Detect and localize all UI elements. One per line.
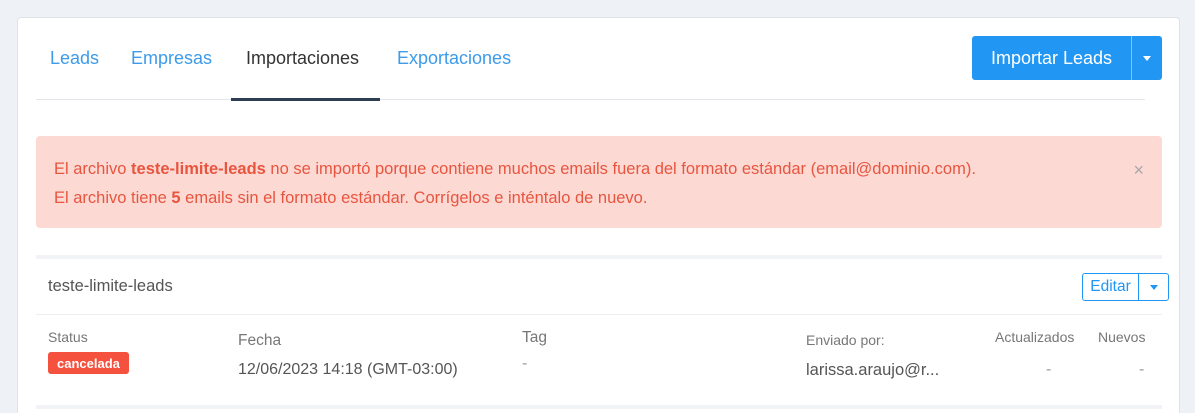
import-leads-dropdown-toggle[interactable] [1132,36,1162,80]
alert-line-1: El archivo teste-limite-leads no se impo… [54,155,1144,184]
chevron-down-icon [1143,55,1151,61]
alert-line-2: El archivo tiene 5 emails sin el formato… [54,184,1144,213]
status-label: Status [48,329,88,345]
tab-importaciones[interactable]: Importaciones [246,48,359,69]
alert-text: El archivo [54,160,132,178]
import-item: teste-limite-leads Editar Status cancela… [36,255,1169,409]
nuevos-label: Nuevos [1098,329,1146,345]
actualizados-label: Actualizados [995,329,1075,345]
edit-dropdown-toggle[interactable] [1139,274,1168,300]
fecha-value: 12/06/2023 14:18 (GMT-03:00) [238,361,458,378]
divider [36,405,1162,409]
error-alert: El archivo teste-limite-leads no se impo… [36,136,1162,228]
imports-card: Leads Empresas Importaciones Exportacion… [17,17,1180,413]
actualizados-value: - [1046,361,1052,378]
enviado-label: Enviado por: [806,332,885,348]
status-badge: cancelada [48,352,129,374]
tab-exportaciones[interactable]: Exportaciones [397,48,511,69]
active-tab-indicator [231,98,380,101]
enviado-value: larissa.araujo@r... [806,361,940,379]
chevron-down-icon [1149,284,1158,290]
tab-empresas[interactable]: Empresas [131,48,212,69]
fecha-label: Fecha [238,332,282,349]
close-icon[interactable]: × [1133,156,1144,185]
edit-label[interactable]: Editar [1083,274,1139,300]
import-leads-label[interactable]: Importar Leads [972,36,1132,80]
tag-label: Tag [522,329,547,346]
alert-text: El archivo tiene [54,189,172,207]
alert-filename: teste-limite-leads [131,160,266,178]
nuevos-value: - [1139,361,1145,378]
alert-text: no se importó porque contiene muchos ema… [265,160,976,178]
import-leads-button[interactable]: Importar Leads [972,36,1162,80]
import-item-header: teste-limite-leads Editar [36,259,1169,315]
alert-text: emails sin el formato estándar. Corrígel… [180,189,648,207]
edit-button[interactable]: Editar [1082,273,1169,301]
alert-count: 5 [171,189,181,207]
import-name: teste-limite-leads [48,277,173,295]
tag-value: - [522,355,528,372]
tab-leads[interactable]: Leads [50,48,99,69]
